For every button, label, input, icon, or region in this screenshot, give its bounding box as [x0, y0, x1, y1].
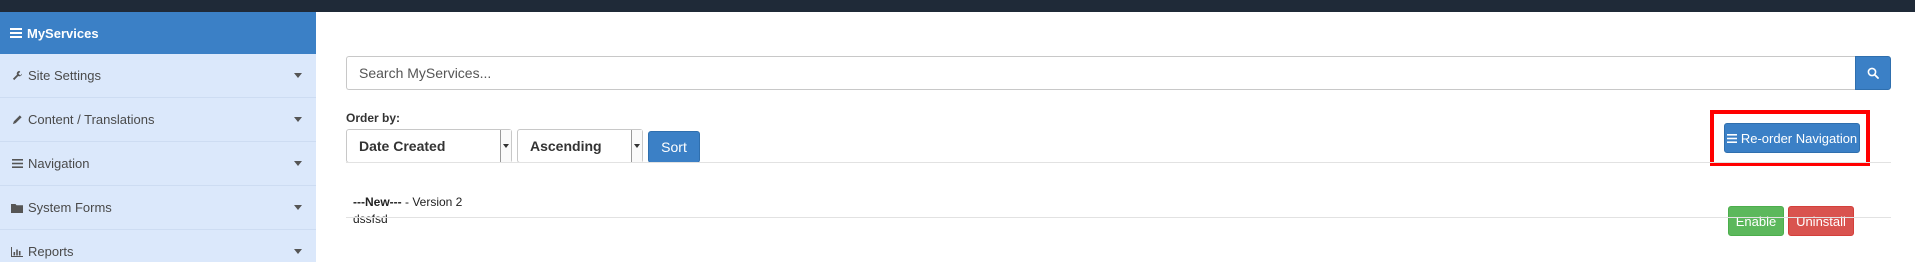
sidebar-header-myservices[interactable]: MyServices [0, 12, 316, 54]
sidebar-item-site-settings[interactable]: Site Settings [0, 54, 316, 98]
sort-button[interactable]: Sort [648, 131, 700, 163]
order-by-label: Order by: [346, 111, 401, 125]
sidebar-item-label: System Forms [28, 200, 112, 215]
sidebar: MyServices Site Settings Content / Trans… [0, 12, 316, 262]
list-icon [10, 28, 22, 38]
bars-icon [10, 159, 24, 168]
service-name: ---New--- [353, 195, 402, 209]
order-field-value: Date Created [359, 138, 446, 154]
chevron-down-icon [634, 144, 640, 148]
sidebar-item-reports[interactable]: Reports [0, 230, 316, 262]
select-arrow [631, 130, 642, 162]
select-arrow [500, 130, 511, 162]
chevron-down-icon [294, 117, 302, 122]
wrench-icon [10, 70, 24, 81]
uninstall-button[interactable]: Uninstall [1788, 206, 1854, 236]
sidebar-item-navigation[interactable]: Navigation [0, 142, 316, 186]
enable-button[interactable]: Enable [1728, 206, 1784, 236]
chevron-down-icon [294, 73, 302, 78]
sidebar-item-label: Reports [28, 244, 74, 259]
search-bar [346, 56, 1891, 90]
divider [346, 217, 1891, 218]
search-button[interactable] [1855, 56, 1891, 90]
order-direction-select[interactable]: Ascending [517, 129, 643, 163]
reorder-navigation-label: Re-order Navigation [1740, 130, 1858, 146]
search-input[interactable] [346, 56, 1855, 90]
sidebar-item-label: Navigation [28, 156, 90, 171]
service-version: - Version 2 [401, 195, 463, 209]
bars-icon [1726, 133, 1737, 143]
pencil-icon [10, 114, 24, 125]
order-direction-value: Ascending [530, 138, 602, 154]
service-title: ---New--- - Version 2 [353, 195, 462, 209]
search-icon [1867, 67, 1879, 79]
sidebar-item-label: Content / Translations [28, 112, 155, 127]
top-bar [0, 0, 1915, 12]
reorder-navigation-button[interactable]: Re-order Navigation [1724, 123, 1860, 153]
divider [346, 162, 1891, 163]
folder-icon [10, 203, 24, 213]
sidebar-item-label: Site Settings [28, 68, 101, 83]
main-content: Order by: Date Created Ascending Sort Re… [316, 12, 1915, 262]
service-description: dssfsd [353, 212, 388, 226]
chevron-down-icon [503, 144, 509, 148]
chevron-down-icon [294, 205, 302, 210]
sidebar-header-label: MyServices [27, 25, 99, 41]
chevron-down-icon [294, 249, 302, 254]
order-field-select[interactable]: Date Created [346, 129, 512, 163]
sidebar-item-system-forms[interactable]: System Forms [0, 186, 316, 230]
sidebar-item-content-translations[interactable]: Content / Translations [0, 98, 316, 142]
chevron-down-icon [294, 161, 302, 166]
bar-chart-icon [10, 246, 24, 257]
